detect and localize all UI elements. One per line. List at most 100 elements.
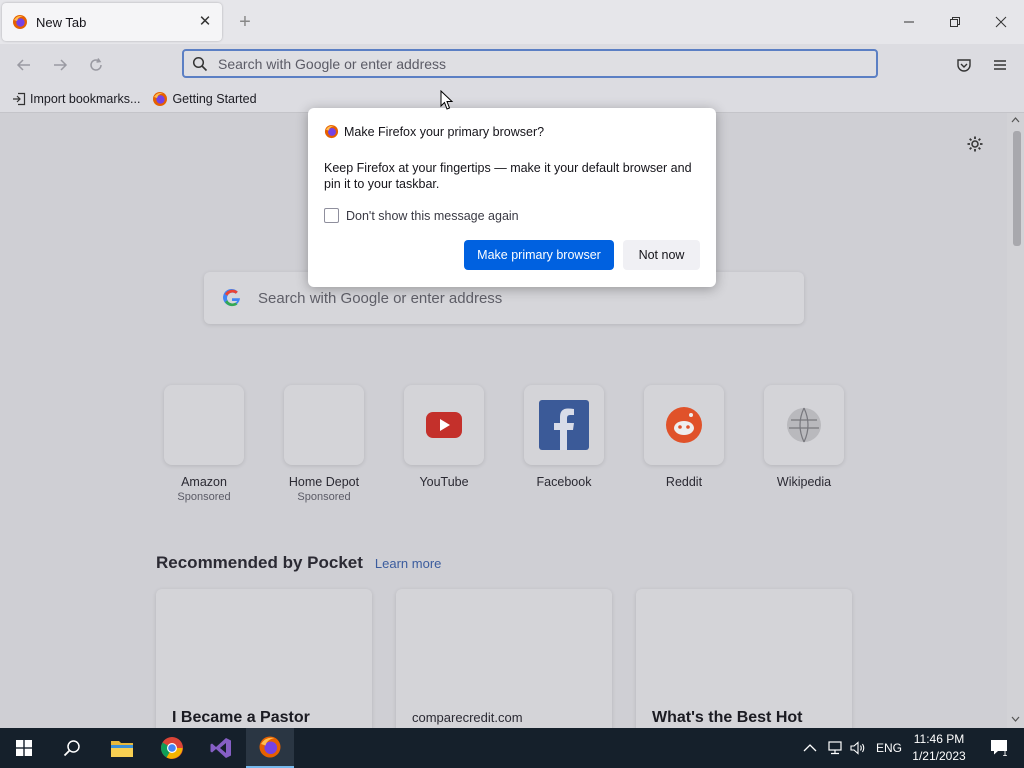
minimize-icon [904,21,914,23]
taskbar-clock[interactable]: 11:46 PM 1/21/2023 [904,731,974,765]
folder-icon [111,741,133,757]
dialog-title: Make Firefox your primary browser? [344,124,545,139]
back-button[interactable] [12,53,36,77]
dialog-title-row: Make Firefox your primary browser? [324,124,544,139]
youtube-icon [426,412,462,438]
restore-button[interactable] [940,8,970,36]
menu-button[interactable] [988,53,1012,77]
taskbar-chrome[interactable] [148,728,196,768]
checkbox-label: Don't show this message again [346,208,519,223]
pocket-title: Recommended by Pocket [156,553,363,572]
firefox-icon [324,124,339,139]
visual-studio-icon [210,738,231,758]
top-site-label: Wikipedia [776,475,832,489]
network-icon[interactable] [827,741,843,755]
top-site-facebook[interactable]: Facebook [509,385,619,489]
close-window-button[interactable] [986,8,1016,36]
default-browser-dialog: Make Firefox your primary browser? Keep … [308,108,716,287]
hamburger-menu-icon [994,60,1006,70]
wikipedia-tile [764,385,844,465]
bookmark-import-label: Import bookmarks... [30,91,141,106]
bookmark-getting-started[interactable]: Getting Started [152,91,257,107]
wikipedia-globe-icon [787,407,821,443]
facebook-icon [539,400,589,450]
dialog-message: Keep Firefox at your fingertips — make i… [324,161,692,191]
action-center-button[interactable]: 1 [976,728,1024,768]
forward-button[interactable] [48,53,72,77]
pocket-card-title: I Became a Pastor [172,709,310,726]
amazon-tile-icon [164,385,244,465]
top-site-amazon[interactable]: Amazon Sponsored [149,385,259,503]
input-language[interactable]: ENG [876,741,902,755]
navigation-bar: Search with Google or enter address [0,44,1024,85]
taskbar-visual-studio[interactable] [197,728,245,768]
top-site-home-depot[interactable]: Home Depot Sponsored [269,385,379,503]
settings-button[interactable] [966,135,984,158]
reload-icon [90,58,102,71]
minimize-button[interactable] [894,8,924,36]
top-site-label: Amazon [181,475,227,489]
pocket-learn-more-link[interactable]: Learn more [375,556,441,571]
make-primary-browser-button[interactable]: Make primary browser [464,240,614,270]
bookmark-getting-started-label: Getting Started [172,91,257,106]
dont-show-again-checkbox[interactable]: Don't show this message again [324,208,519,223]
gear-icon [967,136,983,152]
pocket-header: Recommended by Pocket Learn more [156,553,441,573]
taskbar-firefox[interactable] [246,728,294,768]
google-icon [223,288,240,307]
taskbar-search-button[interactable] [48,728,96,768]
tab-close-icon[interactable]: ✕ [196,13,214,31]
notification-count: 1 [1002,749,1008,757]
pocket-button[interactable] [952,53,976,77]
sponsored-label: Sponsored [177,491,231,503]
sponsored-label: Sponsored [297,491,351,503]
close-icon [995,16,1007,28]
tab-title: New Tab [36,14,87,30]
not-now-button[interactable]: Not now [623,240,700,270]
youtube-tile [404,385,484,465]
clock-date: 1/21/2023 [912,749,966,763]
arrow-left-icon [16,59,30,71]
restore-icon [950,17,960,27]
pocket-card[interactable]: What's the Best Hot [636,589,852,728]
scrollbar-thumb[interactable] [1013,131,1021,246]
reddit-icon [666,407,702,443]
reddit-tile [644,385,724,465]
new-tab-button[interactable]: + [234,11,256,33]
pocket-card[interactable]: I Became a Pastor [156,589,372,728]
taskbar-file-explorer[interactable] [98,728,146,768]
top-site-label: Facebook [536,475,592,489]
windows-logo-icon [16,740,32,756]
chrome-icon [161,737,183,759]
home-depot-tile-icon [284,385,364,465]
top-site-wikipedia[interactable]: Wikipedia [749,385,859,489]
checkbox-box[interactable] [324,208,339,223]
facebook-tile [524,385,604,465]
reload-button[interactable] [84,53,108,77]
scroll-down-icon[interactable] [1011,716,1020,722]
firefox-icon [259,736,281,758]
pocket-card[interactable]: comparecredit.com [396,589,612,728]
clock-time: 11:46 PM [913,732,965,746]
import-icon [13,92,26,105]
top-site-label: YouTube [419,475,469,489]
pocket-card-source: comparecredit.com [412,710,523,725]
page-scrollbar[interactable] [1007,113,1024,728]
search-icon [192,56,208,71]
windows-taskbar: ENG 11:46 PM 1/21/2023 1 [0,728,1024,768]
chevron-up-icon[interactable] [803,743,817,753]
scroll-up-icon[interactable] [1011,117,1020,123]
top-site-youtube[interactable]: YouTube [389,385,499,489]
top-site-label: Reddit [665,475,703,489]
volume-icon[interactable] [850,741,866,755]
start-button[interactable] [0,728,48,768]
arrow-right-icon [54,59,68,71]
mouse-cursor-icon [440,90,454,110]
address-bar[interactable]: Search with Google or enter address [182,49,878,78]
notifications-icon: 1 [991,740,1008,757]
address-bar-placeholder: Search with Google or enter address [218,55,447,72]
bookmark-import[interactable]: Import bookmarks... [12,92,140,106]
top-site-reddit[interactable]: Reddit [629,385,739,489]
search-icon [63,740,80,757]
tab-new-tab[interactable]: New Tab ✕ [2,3,222,41]
